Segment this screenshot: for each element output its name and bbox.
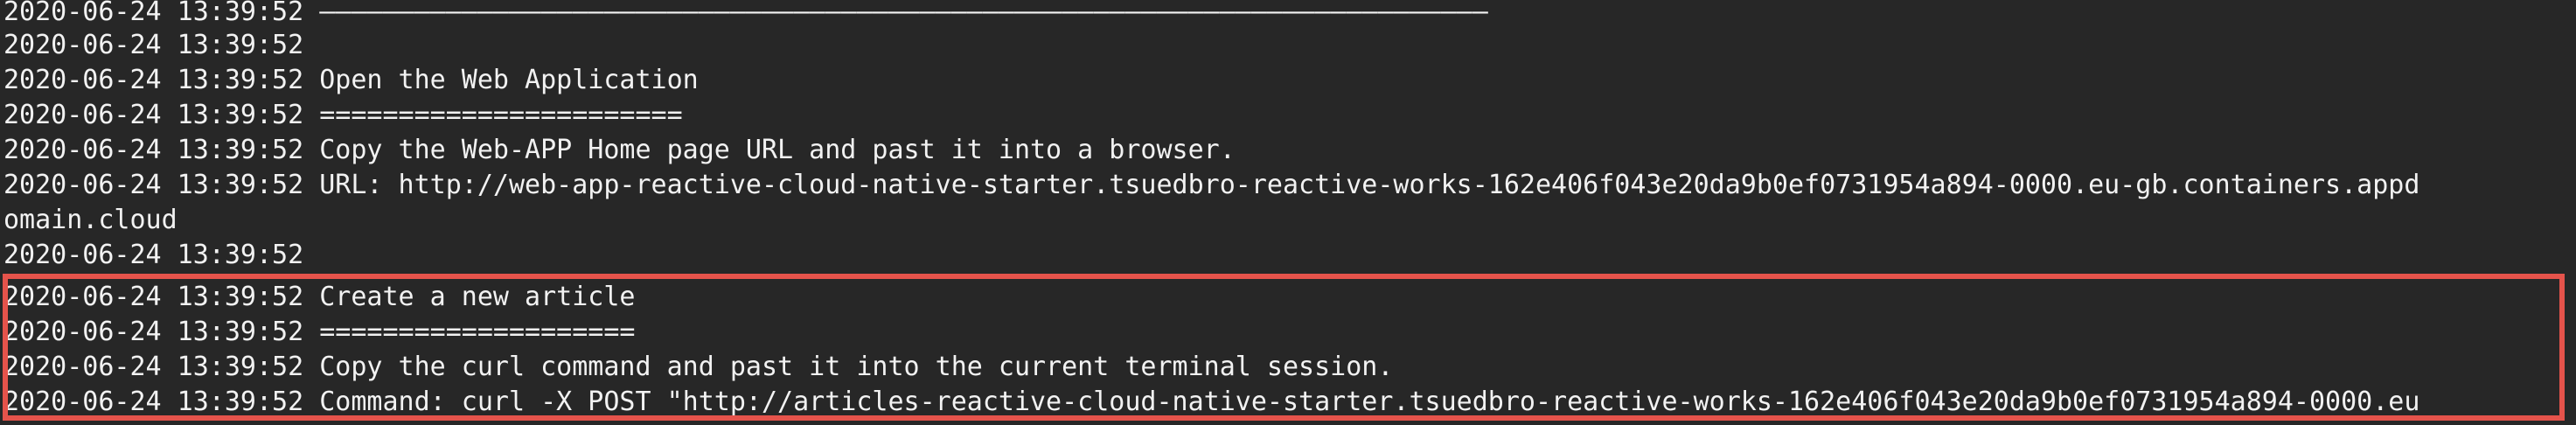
- terminal-line: 2020-06-24 13:39:52 Command: curl -X POS…: [3, 387, 2420, 417]
- terminal-line: 2020-06-24 13:39:52 Open the Web Applica…: [3, 65, 699, 95]
- terminal-line: 2020-06-24 13:39:52: [3, 30, 304, 60]
- terminal-line: 2020-06-24 13:39:52 ————————————————————…: [3, 0, 1488, 27]
- terminal-line: 2020-06-24 13:39:52 URL: http://web-app-…: [3, 170, 2420, 200]
- terminal-line: 2020-06-24 13:39:52 Create a new article: [3, 282, 636, 312]
- terminal-output[interactable]: 2020-06-24 13:39:52 ————————————————————…: [0, 0, 2576, 425]
- terminal-line: 2020-06-24 13:39:52 ====================: [3, 317, 636, 347]
- terminal-line: 2020-06-24 13:39:52 Copy the Web-APP Hom…: [3, 135, 1236, 165]
- terminal-line: 2020-06-24 13:39:52 Copy the curl comman…: [3, 352, 1394, 382]
- terminal-line: 2020-06-24 13:39:52 ====================…: [3, 100, 683, 130]
- terminal-line: 2020-06-24 13:39:52: [3, 240, 304, 268]
- terminal-line: omain.cloud: [3, 205, 178, 235]
